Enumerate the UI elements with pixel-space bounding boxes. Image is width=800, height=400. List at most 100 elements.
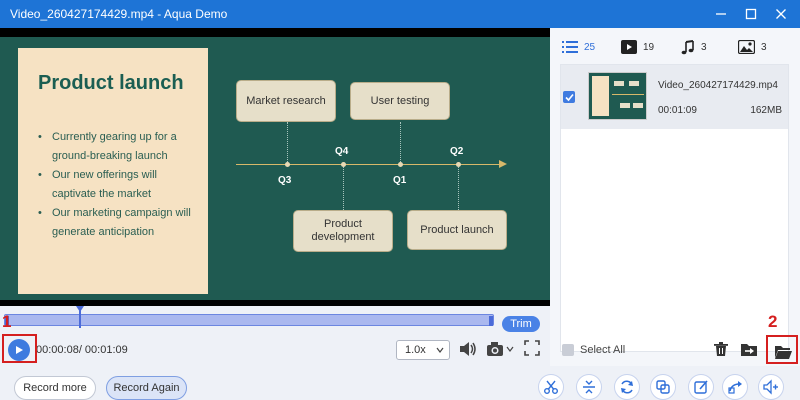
- delete-button[interactable]: [708, 336, 734, 362]
- file-name: Video_260427174429.mp4: [658, 80, 778, 91]
- cut-button[interactable]: [538, 374, 564, 400]
- timeline-connector: [400, 122, 401, 162]
- file-list: Video_260427174429.mp4 00:01:09 162MB: [560, 64, 789, 352]
- timeline-box: User testing: [350, 82, 450, 120]
- select-all-checkbox[interactable]: [562, 344, 574, 356]
- trash-icon: [714, 342, 728, 356]
- split-button[interactable]: [576, 374, 602, 400]
- tab-audio[interactable]: 3: [681, 38, 707, 56]
- annotation-box-1: [2, 334, 37, 363]
- trim-track[interactable]: [4, 314, 494, 326]
- volume-boost-button[interactable]: [758, 374, 784, 400]
- quarter-label: Q2: [450, 146, 464, 157]
- annotation-number-1: 1: [2, 312, 12, 331]
- progress-timeline: Trim: [0, 306, 550, 334]
- slide-title: Product launch: [38, 72, 184, 94]
- close-icon: [776, 9, 786, 19]
- slide-bullets: Currently gearing up for a ground-breaki…: [38, 128, 203, 242]
- timeline-dot: [398, 162, 403, 167]
- speed-value: 1.0x: [405, 344, 426, 356]
- volume-plus-icon: [763, 379, 778, 395]
- timeline-dot: [456, 162, 461, 167]
- merge-button[interactable]: [650, 374, 676, 400]
- refresh-icon: [621, 380, 633, 394]
- media-panel: 25 19 3 3 Video_260427174429.mp4 00:01:0…: [550, 28, 800, 366]
- speed-select[interactable]: 1.0x: [396, 340, 450, 360]
- volume-button[interactable]: [458, 340, 478, 358]
- convert-button[interactable]: [614, 374, 640, 400]
- trim-button[interactable]: Trim: [502, 316, 540, 332]
- video-frame: Product launch Currently gearing up for …: [0, 37, 550, 300]
- window-title: Video_260427174429.mp4 - Aqua Demo: [10, 7, 228, 21]
- quarter-label: Q3: [278, 175, 292, 186]
- split-icon: [583, 380, 595, 394]
- timeline-line: [236, 164, 502, 165]
- slide-card: Product launch Currently gearing up for …: [18, 48, 208, 294]
- playhead-knob[interactable]: [76, 306, 84, 312]
- timeline-arrow: [499, 160, 507, 168]
- video-icon: [621, 40, 637, 54]
- volume-icon: [460, 342, 476, 356]
- maximize-button[interactable]: [736, 0, 766, 28]
- tab-count: 3: [701, 41, 707, 53]
- timeline-dot: [285, 162, 290, 167]
- tab-video[interactable]: 19: [621, 38, 654, 56]
- fullscreen-icon: [524, 340, 540, 356]
- timeline-box: Market research: [236, 80, 336, 122]
- tab-count: 19: [643, 41, 655, 53]
- snapshot-button[interactable]: [486, 340, 514, 358]
- timeline-connector: [287, 122, 288, 162]
- quarter-label: Q1: [393, 175, 407, 186]
- close-button[interactable]: [766, 0, 796, 28]
- timeline-dot: [341, 162, 346, 167]
- slide-bullet: Currently gearing up for a ground-breaki…: [38, 128, 203, 166]
- copy-icon: [656, 380, 670, 394]
- scissors-icon: [544, 380, 558, 394]
- timeline-connector: [458, 167, 459, 210]
- minimize-icon: [716, 13, 726, 15]
- edit-button[interactable]: [688, 374, 714, 400]
- chevron-down-icon: [506, 346, 514, 352]
- file-checkbox[interactable]: [563, 91, 575, 103]
- player-controls: 00:00:08/ 00:01:09 1.0x: [0, 334, 550, 366]
- bottom-toolbar: Record more Record Again: [0, 366, 800, 400]
- chevron-down-icon: [436, 347, 444, 353]
- minimize-button[interactable]: [706, 0, 736, 28]
- share-button[interactable]: [722, 374, 748, 400]
- slide-bullet: Our new offerings will captivate the mar…: [38, 166, 203, 204]
- timeline-box: Product development: [293, 210, 393, 252]
- select-all-label[interactable]: Select All: [580, 344, 625, 356]
- folder-move-icon: [741, 344, 757, 356]
- file-duration: 00:01:09: [658, 105, 697, 116]
- fullscreen-button[interactable]: [524, 340, 540, 356]
- share-icon: [728, 381, 742, 394]
- check-icon: [564, 93, 574, 101]
- music-icon: [681, 39, 694, 54]
- list-item[interactable]: Video_260427174429.mp4 00:01:09 162MB: [561, 65, 788, 129]
- edit-icon: [694, 380, 708, 394]
- maximize-icon: [745, 8, 757, 20]
- timeline-connector: [343, 167, 344, 210]
- tab-count: 25: [584, 41, 596, 53]
- slide-bullet: Our marketing campaign will generate ant…: [38, 204, 203, 242]
- title-bar: Video_260427174429.mp4 - Aqua Demo: [0, 0, 800, 28]
- image-icon: [738, 40, 755, 54]
- media-tabs: 25 19 3 3: [550, 28, 800, 64]
- trim-end-handle[interactable]: [489, 316, 493, 326]
- camera-icon: [487, 342, 503, 356]
- time-display: 00:00:08/ 00:01:09: [36, 344, 128, 356]
- annotation-box-2: [766, 335, 798, 364]
- timeline-box: Product launch: [407, 210, 507, 250]
- tab-image[interactable]: 3: [738, 38, 767, 56]
- video-thumbnail: [588, 72, 647, 120]
- quarter-label: Q4: [335, 146, 349, 157]
- file-size: 162MB: [750, 105, 782, 116]
- tab-count: 3: [761, 41, 767, 53]
- record-more-button[interactable]: Record more: [14, 376, 96, 400]
- move-to-folder-button[interactable]: [736, 336, 762, 362]
- record-again-button[interactable]: Record Again: [106, 376, 187, 400]
- tab-all[interactable]: 25: [562, 38, 595, 56]
- app-window: Video_260427174429.mp4 - Aqua Demo Produ…: [0, 0, 800, 400]
- annotation-number-2: 2: [768, 312, 778, 331]
- list-icon: [562, 41, 578, 53]
